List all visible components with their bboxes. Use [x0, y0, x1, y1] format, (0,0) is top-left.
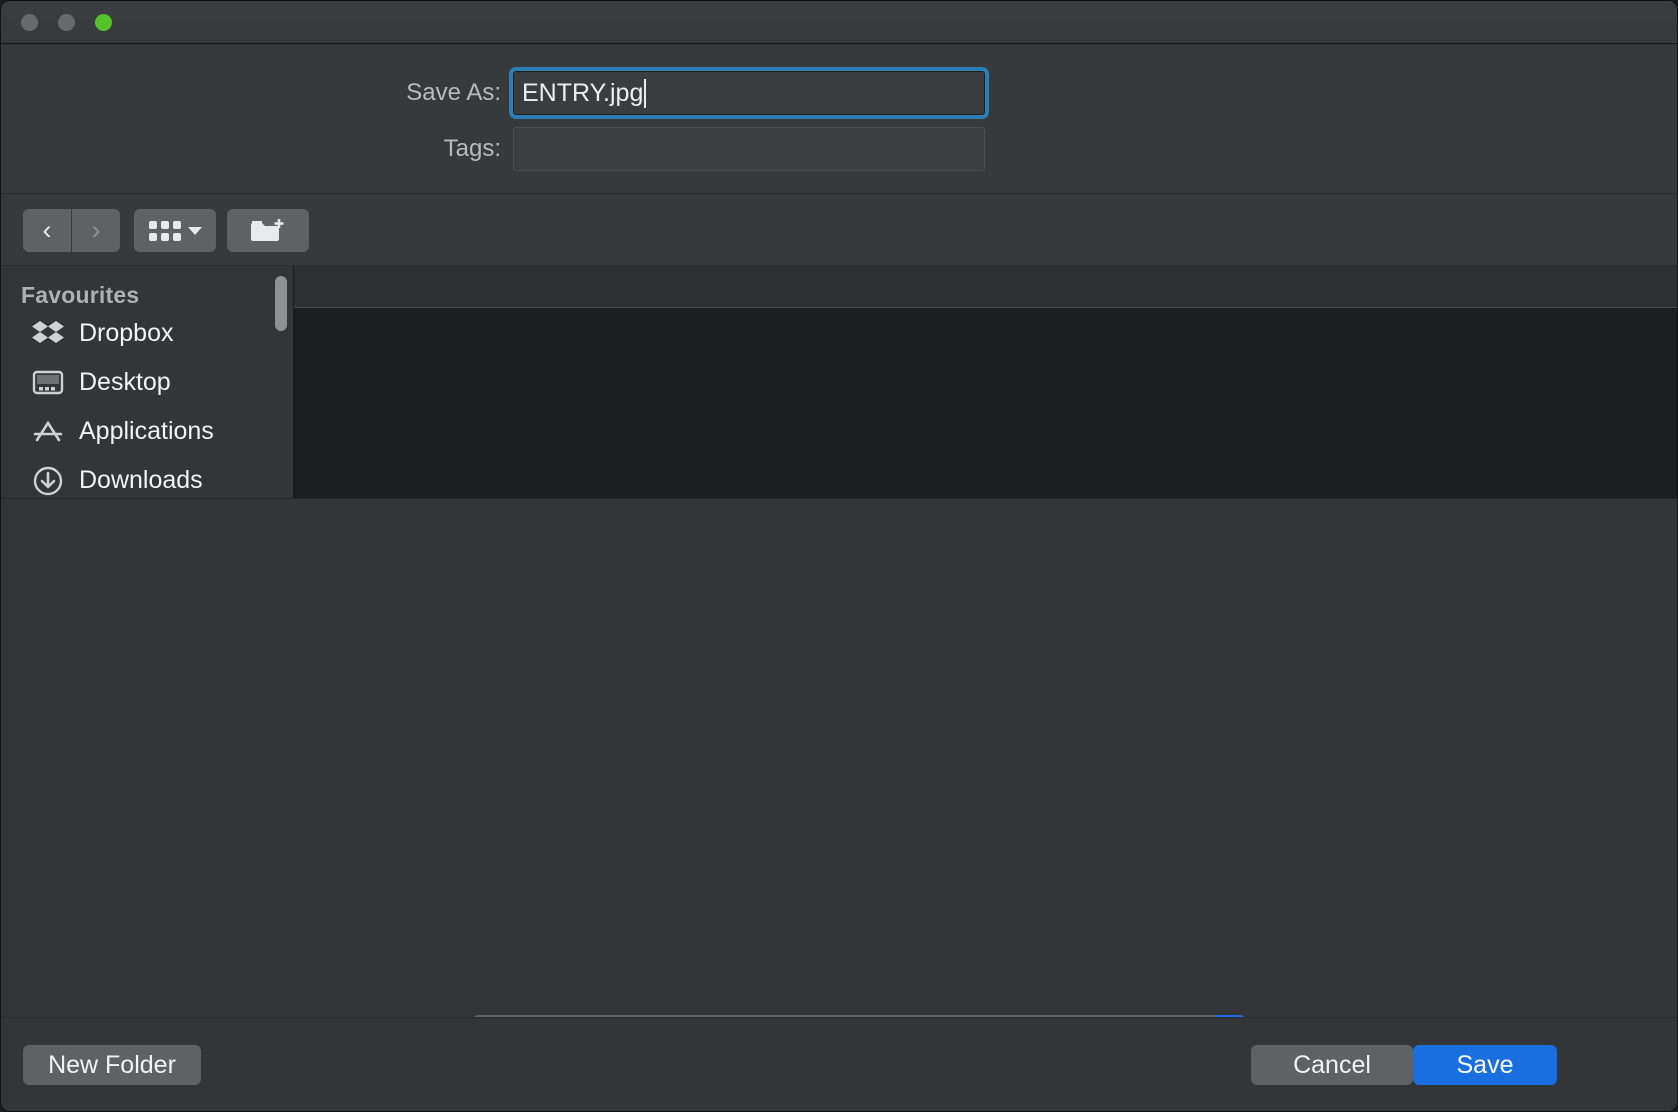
chevron-left-icon: ‹	[42, 215, 52, 245]
new-folder-icon	[251, 219, 284, 241]
sidebar-item-label: Downloads	[79, 466, 203, 494]
chevron-right-icon: ›	[91, 215, 101, 245]
sidebar-item-dropbox[interactable]: Dropbox	[1, 309, 293, 358]
sidebar: Favourites Dropbox Desktop Applications …	[1, 266, 293, 499]
save-as-form: Save As: ENTRY.jpg Tags:	[1, 45, 1677, 193]
sidebar-item-desktop[interactable]: Desktop	[1, 358, 293, 407]
traffic-lights	[21, 14, 112, 31]
grid-view-icon	[148, 220, 181, 241]
sidebar-section-header: Favourites	[21, 282, 140, 308]
save-button[interactable]: Save	[1413, 1045, 1557, 1085]
zoom-window-button[interactable]	[95, 14, 112, 31]
sidebar-item-label: Applications	[79, 417, 214, 445]
chevron-down-icon	[187, 226, 202, 235]
sidebar-scrollbar[interactable]	[272, 274, 288, 491]
file-browser: Favourites Dropbox Desktop Applications …	[1, 265, 1677, 499]
dropbox-icon	[31, 319, 65, 349]
desktop-icon	[31, 368, 65, 398]
new-folder-button[interactable]: New Folder	[23, 1045, 201, 1085]
file-list[interactable]	[294, 309, 1677, 498]
file-list-header	[294, 266, 1677, 308]
dialog-footer: New Folder Cancel Save	[1, 1017, 1677, 1111]
sidebar-item-label: Desktop	[79, 368, 171, 396]
export-options-panel: Format: JPEG ▲▼ Save: ✓ As a Copy Notes …	[1, 498, 1677, 1106]
tags-label: Tags:	[443, 135, 501, 162]
new-folder-toolbar-button[interactable]	[227, 209, 309, 252]
tags-input[interactable]	[513, 127, 985, 171]
back-button[interactable]: ‹	[23, 209, 71, 252]
downloads-icon	[31, 466, 65, 496]
view-options-button[interactable]	[134, 209, 216, 252]
save-dialog-window: Save As: ENTRY.jpg Tags: ‹ › Favourites …	[0, 0, 1678, 1112]
sidebar-item-applications[interactable]: Applications	[1, 407, 293, 456]
save-as-label: Save As:	[406, 79, 501, 106]
tags-row: Tags:	[331, 127, 985, 171]
applications-icon	[31, 417, 65, 447]
close-window-button[interactable]	[21, 14, 38, 31]
scrollbar-thumb[interactable]	[275, 276, 287, 331]
save-as-row: Save As: ENTRY.jpg	[331, 67, 989, 119]
title-bar	[1, 1, 1677, 44]
filename-value: ENTRY.jpg	[522, 78, 644, 107]
sidebar-item-label: Dropbox	[79, 319, 174, 347]
forward-button[interactable]: ›	[72, 209, 120, 252]
minimize-window-button[interactable]	[58, 14, 75, 31]
cancel-button[interactable]: Cancel	[1251, 1045, 1413, 1085]
filename-input[interactable]: ENTRY.jpg	[509, 67, 989, 119]
finder-toolbar: ‹ › ENTRIES ▲▼ Search	[1, 193, 1677, 438]
text-caret	[644, 78, 647, 108]
